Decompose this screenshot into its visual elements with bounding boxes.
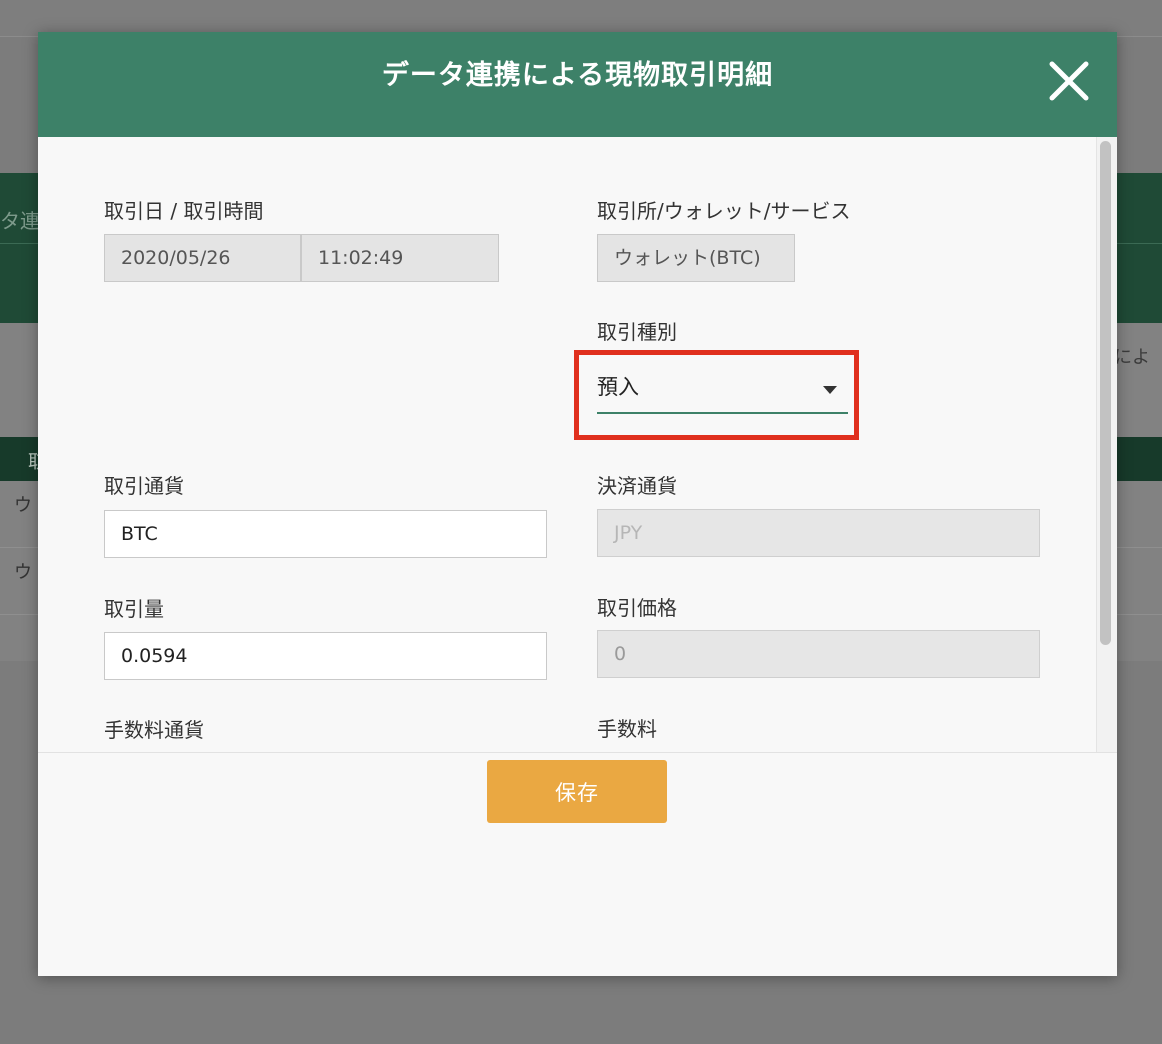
modal-title: データ連携による現物取引明細: [381, 60, 774, 91]
exchange-field: ウォレット(BTC): [597, 234, 795, 282]
price-label: 取引価格: [597, 596, 677, 620]
close-icon[interactable]: [1044, 56, 1094, 106]
trade-type-select[interactable]: 預入: [574, 350, 859, 440]
settlement-currency-field: JPY: [597, 509, 1040, 557]
fee-label: 手数料: [597, 717, 657, 741]
modal-body: 取引日 / 取引時間 2020/05/26 11:02:49 取引所/ウォレット…: [38, 137, 1117, 752]
save-button[interactable]: 保存: [487, 760, 667, 823]
transaction-detail-modal: データ連携による現物取引明細 取引日 / 取引時間 2020/05/26 11:…: [38, 32, 1117, 976]
modal-footer: 保存: [38, 752, 1117, 976]
settlement-currency-label: 決済通貨: [597, 474, 677, 498]
amount-input[interactable]: 0.0594: [104, 632, 547, 680]
caret-down-icon[interactable]: [823, 386, 837, 394]
select-underline: [597, 412, 848, 414]
modal-header: データ連携による現物取引明細: [38, 32, 1117, 137]
currency-input[interactable]: BTC: [104, 510, 547, 558]
background-text-fragment: によ: [1114, 347, 1150, 368]
exchange-label: 取引所/ウォレット/サービス: [597, 199, 851, 223]
trade-time-field: 11:02:49: [301, 234, 499, 282]
scrollbar-thumb[interactable]: [1100, 141, 1111, 645]
trade-type-value: 預入: [597, 375, 639, 399]
datetime-label: 取引日 / 取引時間: [104, 199, 264, 223]
amount-label: 取引量: [104, 597, 164, 621]
price-field: 0: [597, 630, 1040, 678]
trade-type-label: 取引種別: [597, 320, 677, 344]
trade-date-field: 2020/05/26: [104, 234, 301, 282]
fee-currency-label: 手数料通貨: [104, 718, 204, 742]
currency-label: 取引通貨: [104, 474, 184, 498]
